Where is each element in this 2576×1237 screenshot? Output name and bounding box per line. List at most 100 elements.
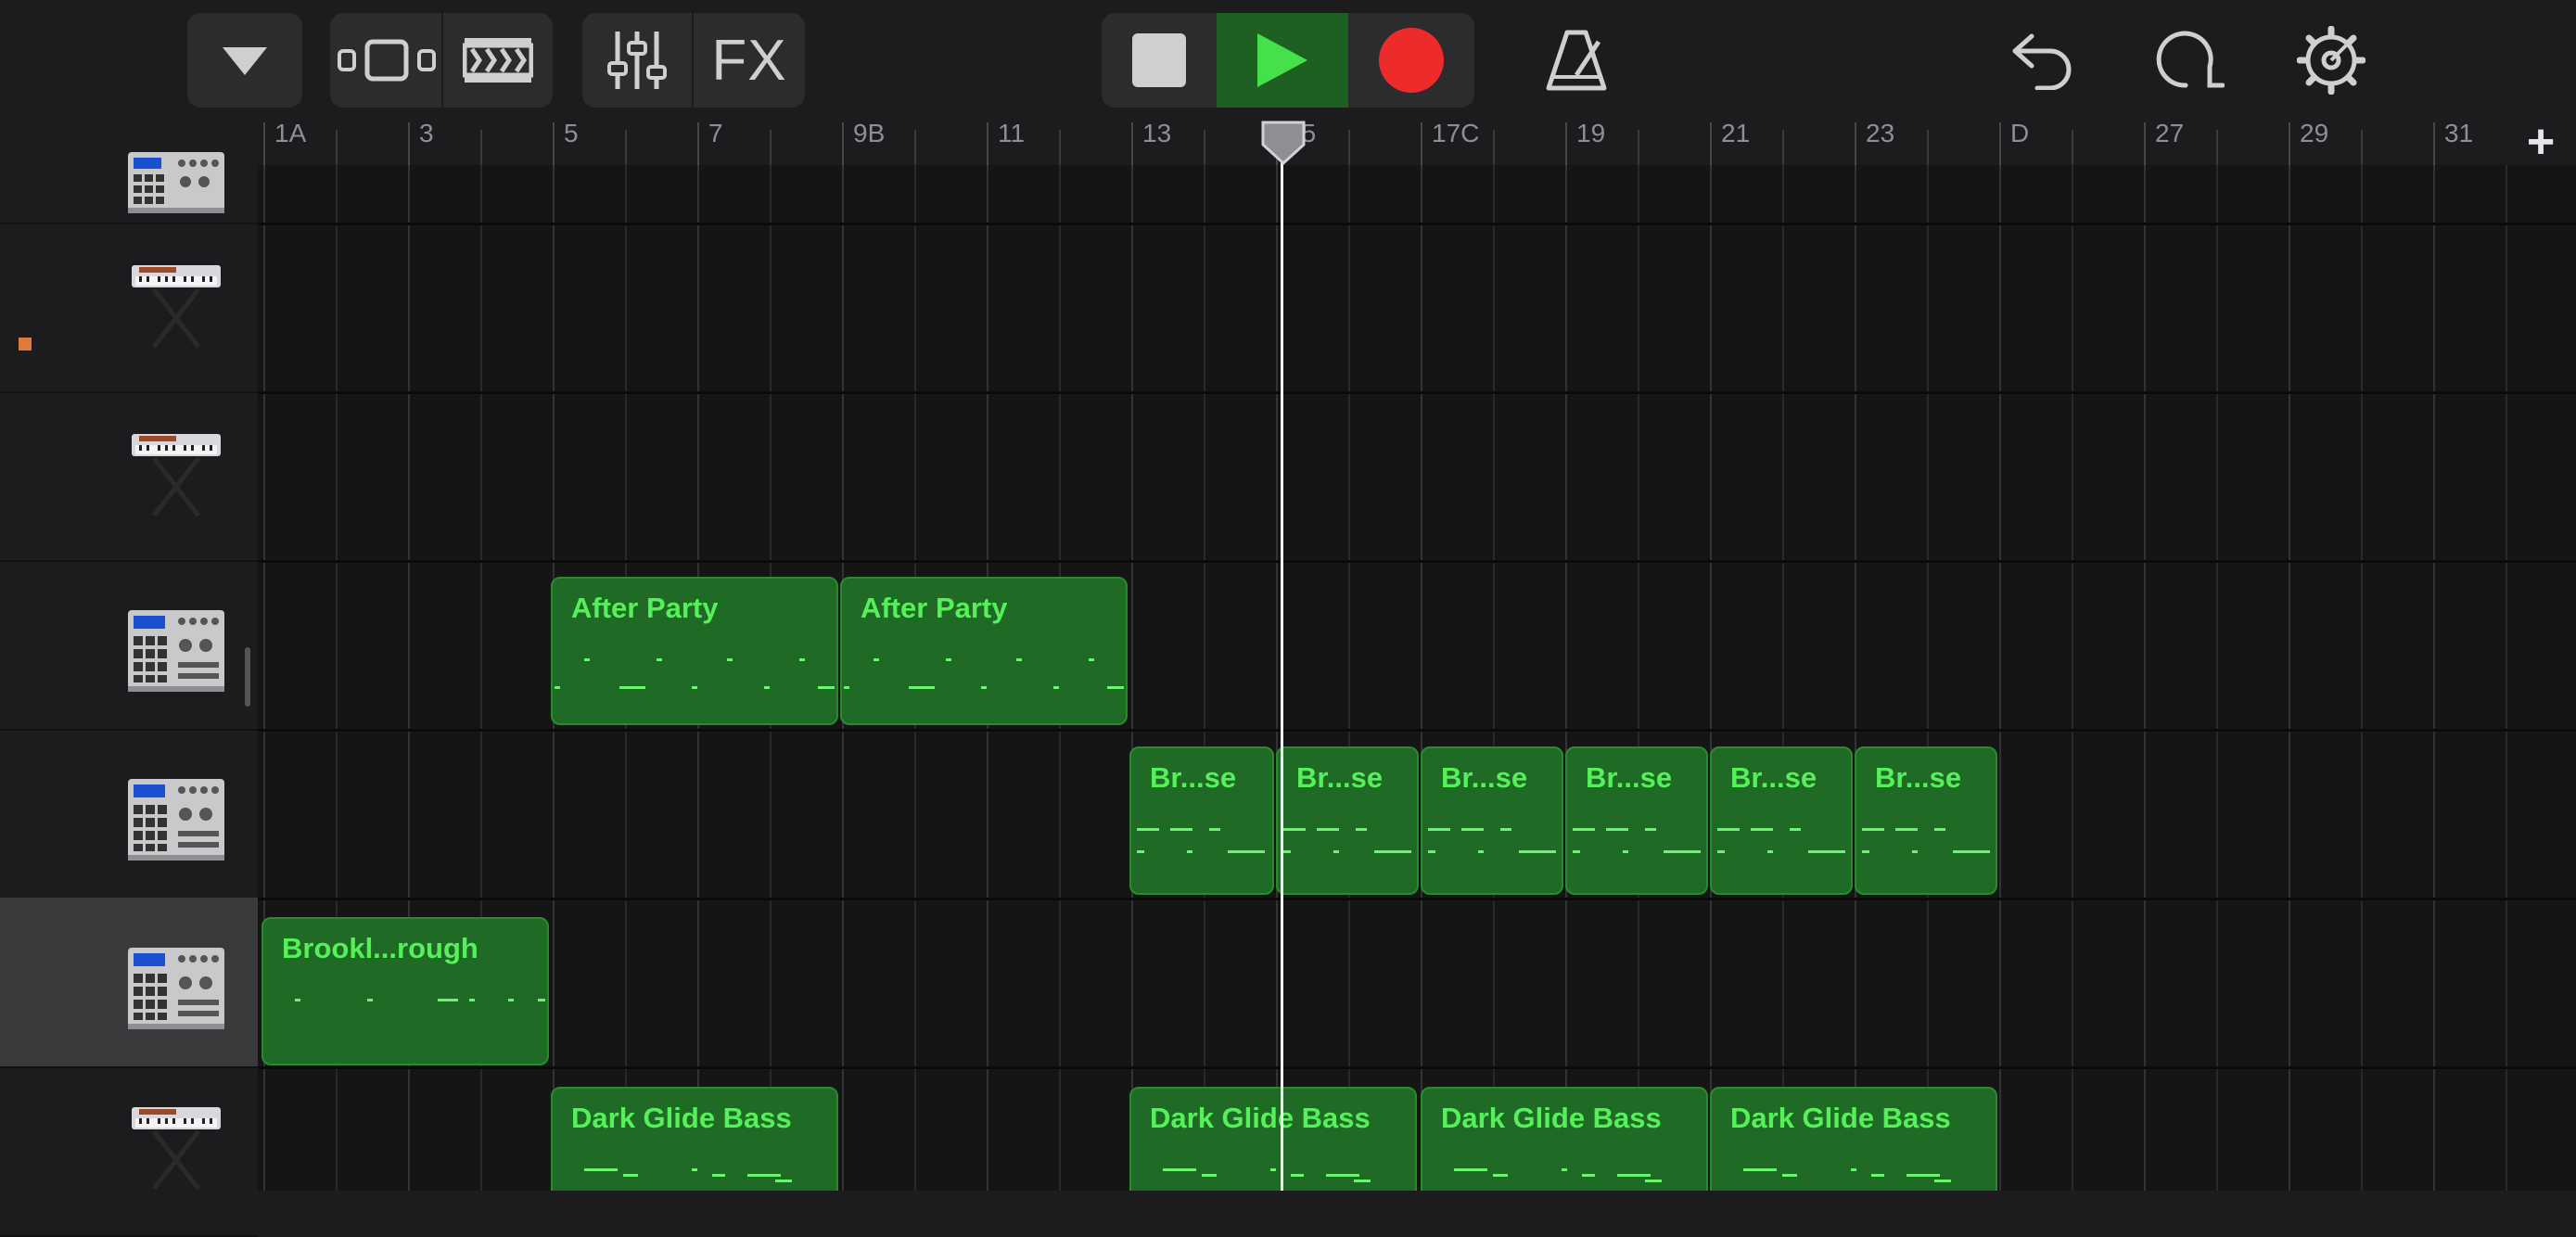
grid-line bbox=[1999, 165, 2001, 1191]
mixer-button[interactable] bbox=[582, 13, 692, 108]
ruler-tick bbox=[1204, 130, 1205, 165]
live-loops-icon bbox=[463, 38, 533, 83]
region[interactable]: Dark Glide Bass bbox=[1710, 1087, 1997, 1191]
midi-note bbox=[1326, 1174, 1359, 1177]
stop-button[interactable] bbox=[1102, 13, 1217, 108]
ruler-label: 13 bbox=[1142, 119, 1172, 147]
midi-note bbox=[799, 658, 805, 661]
midi-note bbox=[764, 686, 770, 689]
arrangement-area[interactable]: After Party After Party Br...se Br...se … bbox=[258, 165, 2576, 1191]
region[interactable]: Br...se bbox=[1421, 746, 1563, 895]
play-icon bbox=[1257, 33, 1307, 87]
fx-button[interactable]: FX bbox=[694, 13, 805, 108]
live-loops-button[interactable] bbox=[443, 13, 553, 108]
midi-note bbox=[1623, 850, 1628, 853]
track-header[interactable] bbox=[0, 560, 258, 731]
mixer-icon bbox=[607, 32, 667, 89]
loop-browser-icon bbox=[2156, 31, 2225, 88]
track-header[interactable] bbox=[0, 223, 258, 393]
record-enable-indicator bbox=[19, 338, 32, 351]
track-header[interactable] bbox=[0, 391, 258, 562]
ruler-label: 19 bbox=[1576, 119, 1606, 147]
grid-line bbox=[1638, 165, 1639, 1191]
track-scroll-handle[interactable] bbox=[245, 647, 250, 707]
tracks-view-button[interactable] bbox=[330, 13, 443, 108]
track-header[interactable] bbox=[0, 1066, 258, 1237]
add-section-button[interactable]: + bbox=[2506, 115, 2576, 169]
midi-note bbox=[1089, 658, 1094, 661]
grid-line bbox=[1348, 165, 1350, 1191]
midi-note bbox=[367, 999, 373, 1001]
midi-note bbox=[1228, 850, 1265, 853]
ruler-tick bbox=[770, 130, 772, 165]
play-button[interactable] bbox=[1217, 13, 1348, 108]
browser-group bbox=[187, 13, 302, 108]
record-button[interactable] bbox=[1348, 13, 1474, 108]
region[interactable]: Br...se bbox=[1710, 746, 1853, 895]
ruler-tick bbox=[1493, 130, 1495, 165]
midi-note bbox=[1137, 850, 1144, 853]
track-header[interactable] bbox=[0, 729, 258, 899]
midi-note bbox=[438, 999, 458, 1001]
midi-note bbox=[1851, 1168, 1856, 1171]
mixer-fx-group: FX bbox=[582, 13, 805, 108]
track-header[interactable] bbox=[0, 111, 258, 224]
region[interactable]: Brookl...rough bbox=[261, 917, 549, 1065]
region-name: After Party bbox=[571, 592, 719, 624]
playhead-handle-icon[interactable] bbox=[1261, 121, 1306, 167]
settings-button[interactable] bbox=[2274, 13, 2389, 108]
region[interactable]: Br...se bbox=[1855, 746, 1997, 895]
midi-note bbox=[1137, 828, 1159, 831]
midi-note bbox=[1934, 1180, 1951, 1182]
midi-note bbox=[1912, 850, 1918, 853]
settings-icon bbox=[2297, 26, 2366, 95]
metronome-button[interactable] bbox=[1521, 13, 1632, 108]
midi-note bbox=[874, 658, 879, 661]
midi-note bbox=[692, 686, 697, 689]
midi-note bbox=[1170, 828, 1192, 831]
grid-line bbox=[1855, 165, 1856, 1191]
undo-button[interactable] bbox=[1984, 13, 2099, 108]
midi-note bbox=[1790, 828, 1801, 831]
ruler-tick bbox=[842, 122, 844, 165]
midi-note bbox=[981, 686, 987, 689]
midi-note bbox=[1519, 850, 1556, 853]
region[interactable]: Br...se bbox=[1129, 746, 1274, 895]
lane-separator bbox=[258, 898, 2576, 900]
region-name: Dark Glide Bass bbox=[1150, 1102, 1371, 1134]
region[interactable]: Br...se bbox=[1565, 746, 1708, 895]
note-pattern bbox=[1856, 828, 1996, 893]
midi-note bbox=[1454, 1168, 1487, 1171]
ruler-tick bbox=[1059, 130, 1061, 165]
region[interactable]: Dark Glide Bass bbox=[551, 1087, 838, 1191]
region-name: Br...se bbox=[1875, 761, 1962, 794]
playhead[interactable] bbox=[1281, 139, 1283, 1191]
my-songs-button[interactable] bbox=[187, 13, 302, 108]
region-name: Brookl...rough bbox=[282, 932, 478, 964]
midi-note bbox=[1478, 850, 1484, 853]
keyboard-icon bbox=[132, 434, 221, 517]
ruler-tick bbox=[697, 122, 699, 165]
loop-browser-button[interactable] bbox=[2129, 13, 2244, 108]
midi-note bbox=[1573, 850, 1580, 853]
midi-note bbox=[1291, 1174, 1304, 1177]
timeline-ruler[interactable]: 1A 3 5 7 9B 11 13 15 17C 19 21 23 D 27 2… bbox=[258, 119, 2506, 165]
midi-note bbox=[1767, 850, 1773, 853]
region[interactable]: Dark Glide Bass bbox=[1129, 1087, 1417, 1191]
region[interactable]: Br...se bbox=[1276, 746, 1419, 895]
region[interactable]: Dark Glide Bass bbox=[1421, 1087, 1708, 1191]
midi-note bbox=[1582, 1174, 1595, 1177]
grid-line bbox=[2433, 165, 2435, 1191]
metronome-icon bbox=[1546, 30, 1607, 91]
note-pattern bbox=[1712, 1168, 1996, 1191]
region[interactable]: After Party bbox=[840, 577, 1128, 725]
ruler-tick bbox=[2433, 122, 2435, 165]
ruler-label: 11 bbox=[998, 119, 1026, 147]
ruler-tick bbox=[553, 122, 555, 165]
region[interactable]: After Party bbox=[551, 577, 838, 725]
midi-note bbox=[1664, 850, 1701, 853]
note-pattern bbox=[1712, 828, 1851, 893]
drum-machine-icon bbox=[128, 779, 224, 861]
track-header-selected[interactable] bbox=[0, 898, 258, 1068]
ruler-tick bbox=[1782, 130, 1784, 165]
